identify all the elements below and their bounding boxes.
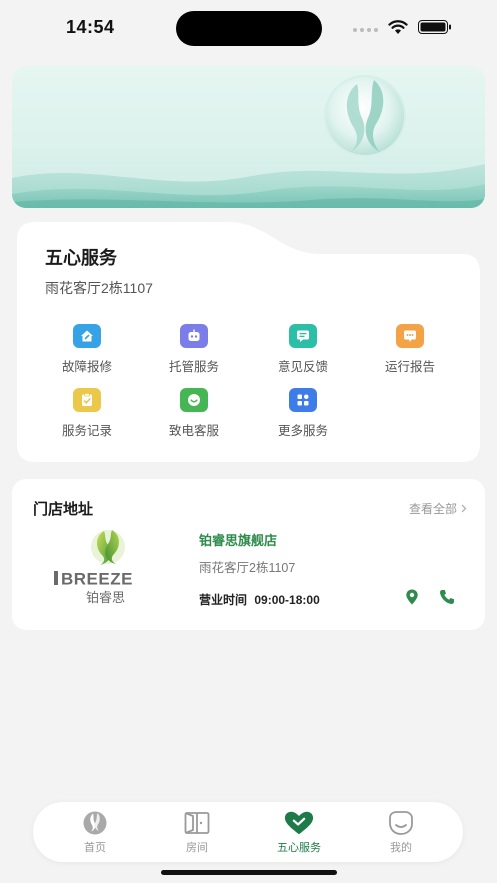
store-address: 雨花客厅2栋1107 bbox=[199, 561, 296, 575]
dynamic-island bbox=[176, 11, 322, 46]
service-repair-button[interactable]: 故障报修 bbox=[47, 324, 127, 378]
service-report-button[interactable]: 运行报告 bbox=[370, 324, 450, 378]
tab-five-heart-service[interactable]: 五心服务 bbox=[259, 810, 339, 858]
service-label: 更多服务 bbox=[277, 424, 328, 438]
breeze-emblem-icon bbox=[324, 75, 406, 157]
tab-profile[interactable]: 我的 bbox=[361, 810, 441, 858]
wifi-icon bbox=[388, 20, 408, 34]
tab-rooms[interactable]: 房间 bbox=[157, 810, 237, 858]
view-all-label: 查看全部 bbox=[408, 502, 457, 516]
service-card: 五心服务 雨花客厅2栋1107 故障报修 托管服务 意见反馈 运行报告 服务记录 bbox=[17, 222, 480, 462]
view-all-link[interactable]: 查看全部 bbox=[409, 500, 467, 517]
hero-banner[interactable] bbox=[12, 66, 485, 208]
logo-brand-cn-text: 铂睿思 bbox=[86, 590, 125, 606]
service-hosting-button[interactable]: 托管服务 bbox=[154, 324, 234, 378]
store-hours-label: 营业时间 bbox=[199, 593, 248, 607]
heart-check-icon bbox=[284, 810, 314, 836]
service-location: 雨花客厅2栋1107 bbox=[45, 280, 153, 296]
robot-icon bbox=[180, 324, 208, 348]
signal-icon bbox=[353, 28, 378, 32]
feedback-icon bbox=[289, 324, 317, 348]
service-records-button[interactable]: 服务记录 bbox=[47, 388, 127, 442]
ibreeze-logo-icon: BREEZE 铂睿思 bbox=[54, 530, 133, 606]
store-hours: 营业时间 09:00-18:00 bbox=[199, 591, 320, 608]
home-indicator bbox=[161, 870, 337, 875]
tab-label: 五心服务 bbox=[277, 842, 321, 854]
store-name[interactable]: 铂睿思旗舰店 bbox=[199, 530, 277, 549]
service-label: 服务记录 bbox=[61, 424, 112, 438]
profile-smile-icon bbox=[386, 810, 416, 836]
banner-artwork bbox=[12, 75, 485, 208]
store-logo: BREEZE 铂睿思 bbox=[52, 527, 164, 607]
logo-brand-text: BREEZE bbox=[61, 570, 133, 589]
service-label: 致电客服 bbox=[168, 424, 219, 438]
service-more-button[interactable]: 更多服务 bbox=[263, 388, 343, 442]
battery-icon bbox=[418, 20, 451, 34]
service-call-button[interactable]: 致电客服 bbox=[154, 388, 234, 442]
home-emblem-icon bbox=[80, 810, 110, 836]
location-pin-icon[interactable] bbox=[403, 588, 421, 606]
service-title: 五心服务 bbox=[45, 248, 117, 268]
service-label: 故障报修 bbox=[61, 360, 112, 374]
clipboard-check-icon bbox=[73, 388, 101, 412]
report-chat-icon bbox=[396, 324, 424, 348]
chevron-right-icon bbox=[461, 504, 467, 513]
store-hours-value: 09:00-18:00 bbox=[254, 593, 320, 607]
tab-label: 房间 bbox=[186, 842, 208, 854]
service-feedback-button[interactable]: 意见反馈 bbox=[263, 324, 343, 378]
tab-label: 我的 bbox=[390, 842, 412, 854]
repair-house-icon bbox=[73, 324, 101, 348]
status-time: 14:54 bbox=[66, 17, 115, 37]
bottom-tab-bar: 首页 房间 五心服务 我的 bbox=[33, 802, 463, 862]
door-icon bbox=[182, 810, 212, 836]
tab-label: 首页 bbox=[84, 842, 106, 854]
smile-chat-icon bbox=[180, 388, 208, 412]
grid-more-icon bbox=[289, 388, 317, 412]
service-label: 意见反馈 bbox=[277, 360, 328, 374]
store-card: 门店地址 查看全部 BREEZE 铂睿思 铂睿思旗舰店 雨花客厅2栋1107 营… bbox=[12, 479, 485, 630]
status-bar: 14:54 bbox=[0, 0, 497, 56]
phone-icon[interactable] bbox=[438, 588, 456, 606]
tab-home[interactable]: 首页 bbox=[55, 810, 135, 858]
service-label: 托管服务 bbox=[168, 360, 219, 374]
service-label: 运行报告 bbox=[384, 360, 435, 374]
store-heading: 门店地址 bbox=[33, 501, 94, 518]
